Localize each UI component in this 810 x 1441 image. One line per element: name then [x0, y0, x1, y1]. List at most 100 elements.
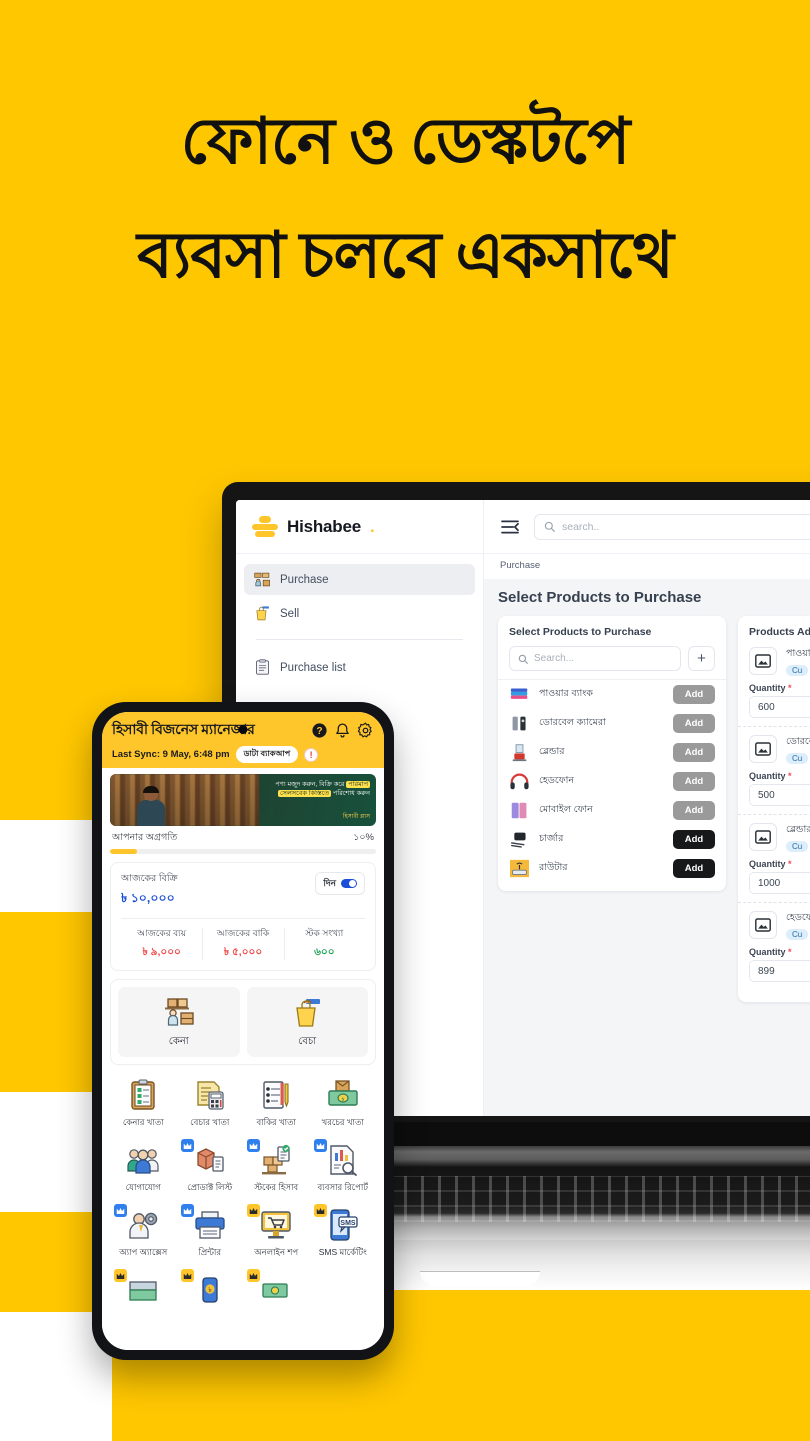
grid-item-partial-3[interactable]	[243, 1269, 310, 1311]
grid-item-sms-marketing[interactable]: SMS SMS মার্কেটিং	[310, 1204, 377, 1260]
gear-icon[interactable]	[357, 721, 374, 739]
quantity-label: Quantity *	[749, 859, 810, 869]
bell-icon[interactable]	[334, 722, 351, 739]
required-mark: *	[788, 947, 792, 957]
product-row[interactable]: হেডফোন Add	[498, 767, 726, 796]
stat-label: স্টক সংখ্যা	[305, 928, 344, 938]
day-range-toggle[interactable]: দিন	[315, 872, 365, 895]
headline-line-2: ব্যবসা চলবে একসাথে	[137, 220, 674, 291]
promo-banner[interactable]: পণ্য মজুদ করুন, বিক্রি করে পরিমাপ সেলসবে…	[110, 774, 376, 826]
grid-item-app-access[interactable]: অ্যাপ অ্যাক্সেস	[110, 1204, 177, 1260]
grid-item-business-report[interactable]: ব্যবসার রিপোর্ট	[310, 1139, 377, 1195]
brand-name: Hishabee	[287, 516, 361, 536]
stat-today-due: আজকের বাকি ৳ ৫,০০০	[202, 926, 283, 962]
grid-item-label: SMS মার্কেটিং	[318, 1247, 367, 1257]
added-product-name: ডোরবেল ক্যামেরা	[786, 736, 810, 747]
progress-label: আপনার অগ্রগতি	[112, 832, 178, 843]
buy-action-label: কেনা	[168, 1036, 189, 1047]
doorbell-camera-icon	[512, 716, 526, 731]
product-add-button[interactable]: Add	[673, 743, 715, 762]
warehouse-boxes-icon	[118, 995, 240, 1031]
grid-item-kenar-khata[interactable]: কেনার খাতা	[110, 1074, 177, 1130]
product-name: চার্জার	[539, 833, 564, 844]
grid-item-partial-1[interactable]	[110, 1269, 177, 1311]
day-toggle-switch[interactable]	[341, 879, 357, 888]
product-row[interactable]: পাওয়ার ব্যাংক Add	[498, 680, 726, 709]
grid-item-partial-2[interactable]: ৳	[177, 1269, 244, 1311]
added-product-name: ব্লেন্ডার	[786, 824, 810, 835]
grid-item-product-list[interactable]: প্রোডাক্ট লিস্ট	[177, 1139, 244, 1195]
laptop-lid-notch	[420, 1272, 540, 1286]
grid-item-online-shop[interactable]: অনলাইন শপ	[243, 1204, 310, 1260]
quantity-label-text: Quantity	[749, 947, 786, 957]
added-product-item: ব্লেন্ডার Cu Quantity * 1000	[738, 823, 810, 903]
data-backup-chip[interactable]: ডাটা ব্যাকআপ	[235, 746, 299, 763]
sync-warning-icon[interactable]: !	[304, 747, 319, 762]
buy-action-button[interactable]: কেনা	[118, 987, 240, 1057]
product-add-button[interactable]: Add	[673, 685, 715, 704]
product-row[interactable]: চার্জার Add	[498, 825, 726, 854]
add-product-button[interactable]: +	[688, 646, 715, 671]
svg-text:৳: ৳	[208, 1286, 212, 1294]
grid-item-bechar-khata[interactable]: বেচার খাতা	[177, 1074, 244, 1130]
stat-value: ৳ ৫,০০০	[223, 946, 263, 958]
today-sales-value: ৳ ১০,০০০	[121, 891, 175, 905]
added-product-chip: Cu	[786, 841, 809, 852]
sidebar-item-purchase-list[interactable]: Purchase list	[244, 652, 475, 683]
added-product-item: ডোরবেল ক্যামেরা Cu Quantity * 500	[738, 735, 810, 815]
phone-camera-notch	[238, 725, 248, 734]
added-product-chip: Cu	[786, 753, 809, 764]
grid-item-jogajog[interactable]: যোগাযোগ	[110, 1139, 177, 1195]
product-row[interactable]: ব্লেন্ডার Add	[498, 738, 726, 767]
quantity-input[interactable]: 500	[749, 784, 810, 806]
sidebar-nav: Purchase Sell Purchase list	[236, 554, 483, 683]
search-icon	[544, 521, 555, 532]
quantity-label: Quantity *	[749, 771, 810, 781]
promo-line-1: পণ্য মজুদ করুন, বিক্রি করে পরিমাপ	[210, 780, 370, 789]
phone-device: হিসাবী বিজনেস ম্যানেজার ? Last Sync: 9 M…	[92, 702, 394, 1360]
premium-crown-icon	[247, 1204, 260, 1217]
progress-row: আপনার অগ্রগতি ১০%	[110, 826, 376, 849]
hamburger-collapse-icon[interactable]	[500, 519, 520, 535]
premium-crown-icon	[180, 1269, 194, 1282]
premium-crown-icon	[180, 1204, 194, 1217]
question-mark-icon[interactable]: ?	[311, 722, 328, 739]
quantity-input[interactable]: 899	[749, 960, 810, 982]
grid-item-label: প্রোডাক্ট লিস্ট	[187, 1182, 233, 1192]
product-add-button[interactable]: Add	[673, 859, 715, 878]
blender-icon	[512, 744, 527, 762]
image-placeholder-icon	[749, 735, 777, 763]
quantity-input[interactable]: 600	[749, 696, 810, 718]
grid-item-printer[interactable]: প্রিন্টার	[177, 1204, 244, 1260]
global-search-input[interactable]: search..	[534, 513, 810, 540]
progress-bar-fill	[110, 849, 137, 854]
added-product-name: হেডফোন	[786, 912, 810, 923]
product-search-input[interactable]: Search...	[509, 646, 681, 671]
breadcrumb: Purchase	[500, 560, 541, 571]
sidebar-item-sell[interactable]: Sell	[244, 598, 475, 629]
product-add-button[interactable]: Add	[673, 714, 715, 733]
purchase-boxes-icon	[254, 572, 270, 587]
hishabee-logo-icon	[252, 515, 278, 538]
grid-item-label: ব্যবসার রিপোর্ট	[317, 1182, 368, 1192]
sidebar-item-purchase[interactable]: Purchase	[244, 564, 475, 595]
product-row[interactable]: রাউটার Add	[498, 854, 726, 883]
product-name: রাউটার	[539, 862, 568, 873]
sidebar-item-label: Purchase	[280, 573, 329, 586]
money-box-icon: ৳	[310, 1076, 377, 1114]
promo-line-2-b: পরিশোধ করুন	[331, 790, 370, 797]
product-row[interactable]: মোবাইল ফোন Add	[498, 796, 726, 825]
grid-item-stock-account[interactable]: স্টকের হিসাব	[243, 1139, 310, 1195]
grid-item-label: অ্যাপ অ্যাক্সেস	[119, 1247, 168, 1257]
grid-item-label: যোগাযোগ	[125, 1182, 161, 1192]
product-add-button[interactable]: Add	[673, 801, 715, 820]
product-add-button[interactable]: Add	[673, 772, 715, 791]
grid-item-khorocher-khata[interactable]: ৳ খরচের খাতা	[310, 1074, 377, 1130]
sell-action-button[interactable]: বেচা	[246, 987, 368, 1057]
required-mark: *	[788, 683, 792, 693]
product-row[interactable]: ডোরবেল ক্যামেরা Add	[498, 709, 726, 738]
product-add-button[interactable]: Add	[673, 830, 715, 849]
quantity-input[interactable]: 1000	[749, 872, 810, 894]
grid-item-bakir-khata[interactable]: বাকির খাতা	[243, 1074, 310, 1130]
app-topbar: search..	[484, 500, 810, 554]
